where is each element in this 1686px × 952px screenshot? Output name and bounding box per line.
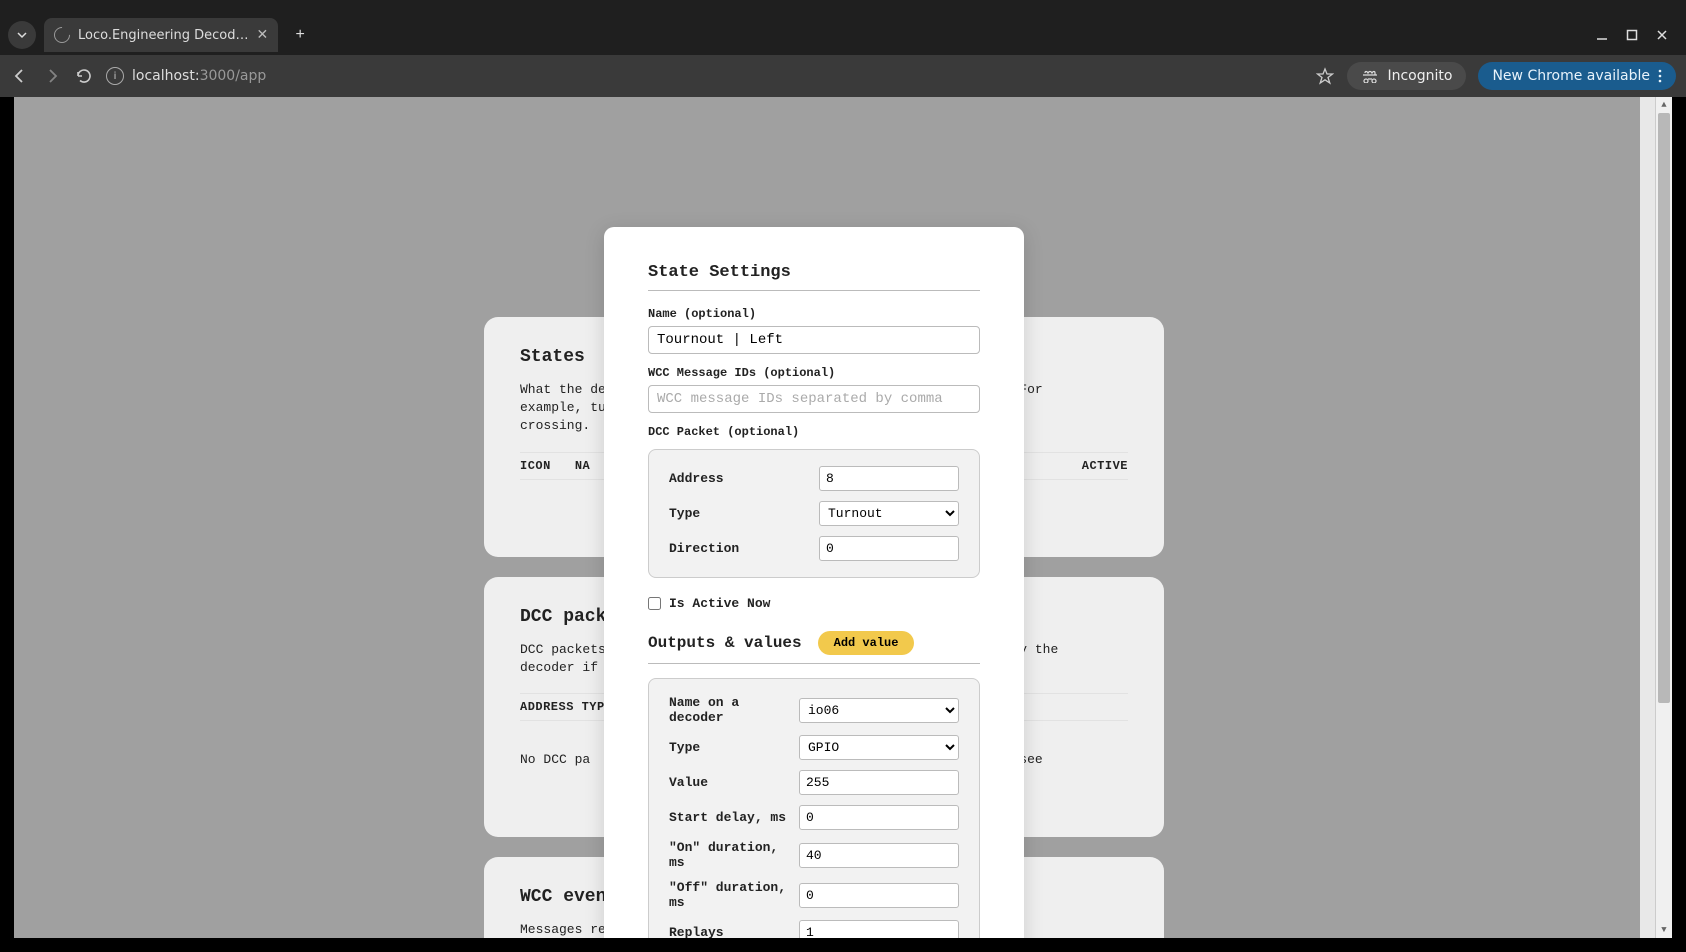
add-value-button[interactable]: Add value — [818, 631, 915, 655]
incognito-indicator[interactable]: Incognito — [1347, 62, 1466, 90]
output-start-delay-input[interactable] — [799, 805, 959, 830]
states-col-active: ACTIVE — [1082, 459, 1128, 473]
output-on-duration-input[interactable] — [799, 843, 959, 868]
output-start-delay-label: Start delay, ms — [669, 810, 799, 825]
bookmark-button[interactable] — [1315, 66, 1335, 86]
name-input[interactable] — [648, 326, 980, 354]
chevron-down-icon — [16, 29, 28, 41]
browser-tabbar: Loco.Engineering Decod… ✕ + — [0, 15, 1686, 55]
dcc-type-label: Type — [669, 506, 819, 521]
dcc-packet-box: Address Type Turnout Direction — [648, 449, 980, 578]
site-info-icon[interactable]: i — [106, 67, 124, 85]
nav-back-button[interactable] — [10, 66, 30, 86]
tabs-dropdown-button[interactable] — [8, 21, 36, 49]
state-settings-modal: State Settings Name (optional) WCC Messa… — [604, 227, 1024, 938]
reload-icon — [75, 67, 93, 85]
page-scrollbar[interactable]: ▲ ▼ — [1655, 97, 1672, 938]
chrome-update-button[interactable]: New Chrome available — [1478, 62, 1676, 90]
star-icon — [1316, 67, 1334, 85]
window-close-button[interactable] — [1656, 29, 1668, 41]
incognito-icon — [1361, 69, 1379, 83]
scroll-up-button[interactable]: ▲ — [1656, 97, 1672, 113]
outputs-section-head: Outputs & values Add value — [648, 631, 980, 664]
new-tab-button[interactable]: + — [286, 21, 314, 49]
wcc-ids-label: WCC Message IDs (optional) — [648, 366, 980, 380]
outputs-title: Outputs & values — [648, 634, 802, 652]
tab-favicon-icon — [51, 24, 74, 47]
tab-title: Loco.Engineering Decod… — [78, 28, 248, 43]
output-value-label: Value — [669, 775, 799, 790]
wcc-ids-input[interactable] — [648, 385, 980, 413]
url-input-area[interactable]: i localhost:3000/app — [106, 67, 1303, 85]
dcc-direction-label: Direction — [669, 541, 819, 556]
output-value-input[interactable] — [799, 770, 959, 795]
states-col-icon: ICON — [520, 459, 551, 473]
output-name-select[interactable]: io06 — [799, 698, 959, 723]
dcc-type-select[interactable]: Turnout — [819, 501, 959, 526]
arrow-right-icon — [43, 67, 61, 85]
window-minimize-button[interactable] — [1596, 29, 1608, 41]
window-controls — [1596, 29, 1678, 41]
dcc-direction-input[interactable] — [819, 536, 959, 561]
outputs-box: Name on a decoder io06 Type GPIO Value S… — [648, 678, 980, 938]
nav-forward-button[interactable] — [42, 66, 62, 86]
output-type-select[interactable]: GPIO — [799, 735, 959, 760]
modal-overlay[interactable]: States What the de ived. For example, tu… — [14, 97, 1672, 938]
is-active-checkbox[interactable] — [648, 597, 661, 610]
scroll-down-button[interactable]: ▼ — [1656, 922, 1672, 938]
page-viewport: States What the de ived. For example, tu… — [14, 97, 1672, 938]
window-maximize-button[interactable] — [1626, 29, 1638, 41]
output-off-duration-label: "Off" duration, ms — [669, 880, 799, 910]
incognito-label: Incognito — [1387, 68, 1452, 84]
browser-addressbar: i localhost:3000/app Incognito New Chrom… — [0, 55, 1686, 97]
chrome-update-label: New Chrome available — [1492, 68, 1650, 84]
url-text: localhost:3000/app — [132, 68, 266, 84]
output-replays-label: Replays — [669, 925, 799, 938]
name-label: Name (optional) — [648, 307, 980, 321]
addressbar-right-controls: Incognito New Chrome available — [1315, 62, 1676, 90]
window-titlebar — [0, 0, 1686, 15]
is-active-row: Is Active Now — [648, 596, 980, 611]
inner-scrollbar[interactable] — [1640, 97, 1655, 938]
output-on-duration-label: "On" duration, ms — [669, 840, 799, 870]
arrow-left-icon — [11, 67, 29, 85]
tab-close-button[interactable]: ✕ — [256, 27, 268, 43]
output-type-label: Type — [669, 740, 799, 755]
scroll-thumb[interactable] — [1658, 113, 1670, 703]
browser-tab[interactable]: Loco.Engineering Decod… ✕ — [44, 18, 278, 52]
output-off-duration-input[interactable] — [799, 883, 959, 908]
states-col-name: NA — [575, 459, 590, 473]
dcc-address-input[interactable] — [819, 466, 959, 491]
output-replays-input[interactable] — [799, 920, 959, 938]
more-icon — [1658, 69, 1662, 83]
modal-title: State Settings — [648, 263, 980, 291]
dcc-address-label: Address — [669, 471, 819, 486]
output-name-label: Name on a decoder — [669, 695, 799, 725]
is-active-label: Is Active Now — [669, 596, 770, 611]
dcc-packet-label: DCC Packet (optional) — [648, 425, 980, 439]
nav-reload-button[interactable] — [74, 66, 94, 86]
